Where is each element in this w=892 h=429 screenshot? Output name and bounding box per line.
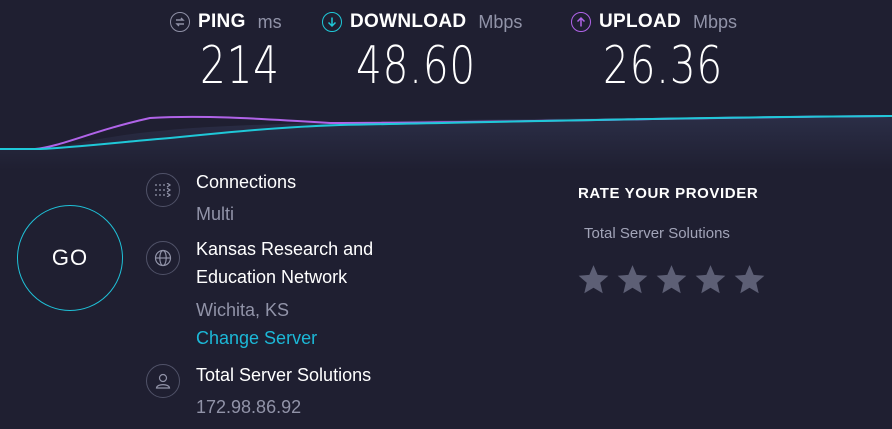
server-location: Wichita, KS <box>196 300 290 320</box>
server-name-line1: Kansas Research and <box>196 239 374 259</box>
star-rating <box>577 263 766 296</box>
star-icon-5[interactable] <box>733 263 766 296</box>
upload-arrow-icon <box>571 12 591 32</box>
star-icon-2[interactable] <box>616 263 649 296</box>
download-value: 48.60 <box>356 36 477 96</box>
upload-value: 26.36 <box>603 36 724 96</box>
user-icon <box>146 364 180 398</box>
speed-graph <box>0 115 892 170</box>
ping-value: 214 <box>200 36 280 96</box>
change-server-link[interactable]: Change Server <box>196 328 317 349</box>
server-name-line2: Education Network <box>196 267 348 287</box>
upload-label: UPLOAD <box>599 11 682 32</box>
download-arrow-icon <box>322 12 342 32</box>
download-label: DOWNLOAD <box>350 11 467 32</box>
connections-title: Connections <box>196 172 297 192</box>
ping-unit: ms <box>257 11 282 32</box>
star-icon-1[interactable] <box>577 263 610 296</box>
ping-metric: PING ms 214 <box>170 8 302 96</box>
ping-label: PING <box>198 11 246 32</box>
connections-value: Multi <box>196 204 235 224</box>
go-button[interactable]: GO <box>17 205 123 311</box>
upload-unit: Mbps <box>693 11 738 32</box>
connections-icon <box>146 173 180 207</box>
download-unit: Mbps <box>478 11 523 32</box>
star-icon-3[interactable] <box>655 263 688 296</box>
rate-provider-title: RATE YOUR PROVIDER <box>578 185 759 202</box>
star-icon-4[interactable] <box>694 263 727 296</box>
provider-ip: 172.98.86.92 <box>196 397 302 417</box>
ping-icon <box>170 12 190 32</box>
download-metric: DOWNLOAD Mbps 48.60 <box>322 8 522 96</box>
upload-metric: UPLOAD Mbps 26.36 <box>571 8 757 96</box>
provider-name: Total Server Solutions <box>196 365 372 385</box>
globe-icon <box>146 241 180 275</box>
graph-fill <box>0 116 892 170</box>
rate-provider-name: Total Server Solutions <box>584 225 730 242</box>
